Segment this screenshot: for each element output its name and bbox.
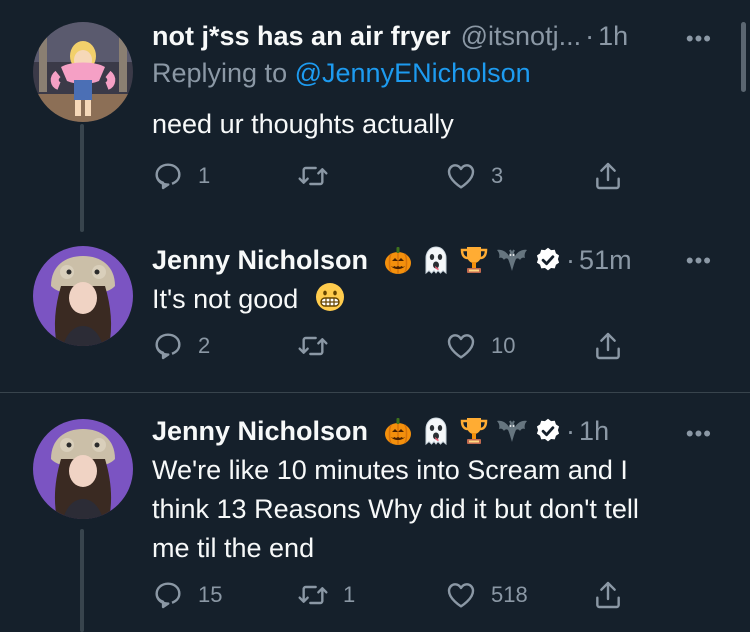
reply-icon <box>152 330 184 362</box>
avatar[interactable] <box>33 246 133 346</box>
tweet-text: It's not good <box>152 280 346 319</box>
avatar[interactable] <box>33 419 133 519</box>
tweet-2[interactable]: Jenny Nicholson · 51m ••• It's not good … <box>0 232 750 392</box>
thread-line <box>80 124 84 232</box>
more-options-icon[interactable]: ••• <box>686 26 712 52</box>
reply-icon <box>152 579 184 611</box>
name-emoji-badges <box>376 244 562 276</box>
timestamp[interactable]: 51m <box>579 245 632 276</box>
ghost-emoji <box>420 244 452 276</box>
tweet-text: need ur thoughts actually <box>152 109 454 139</box>
reply-count: 15 <box>198 582 223 607</box>
pumpkin-emoji <box>382 415 414 447</box>
tweet-actions: 1 3 <box>152 160 632 200</box>
timestamp[interactable]: 1h <box>579 416 609 447</box>
tweet-actions: 2 10 <box>152 330 632 370</box>
separator-dot: · <box>566 244 576 275</box>
like-count: 3 <box>491 163 504 188</box>
bat-emoji <box>496 415 528 447</box>
trophy-emoji <box>458 415 490 447</box>
separator-dot: · <box>566 415 576 446</box>
ghost-emoji <box>420 415 452 447</box>
tweet-header: not j*ss has an air fryer @itsnotj... · … <box>152 18 628 54</box>
replying-to-label: Replying to <box>152 58 288 88</box>
retweet-button[interactable] <box>297 160 343 192</box>
retweet-button[interactable]: 1 <box>297 579 355 611</box>
retweet-count: 1 <box>343 582 356 607</box>
grimacing-face-emoji <box>314 281 346 313</box>
share-button[interactable] <box>592 330 624 362</box>
share-button[interactable] <box>592 160 624 192</box>
reply-icon <box>152 160 184 192</box>
retweet-icon <box>297 330 329 362</box>
verified-badge-icon[interactable] <box>534 417 562 445</box>
heart-icon <box>445 579 477 611</box>
retweet-button[interactable] <box>297 330 343 362</box>
tweet-text-content: It's not good <box>152 284 299 314</box>
separator-dot: · <box>585 20 595 51</box>
thread-line <box>80 529 84 632</box>
name-emoji-badges <box>376 415 562 447</box>
mention-link[interactable]: @JennyENicholson <box>295 58 531 88</box>
display-name[interactable]: not j*ss has an air fryer <box>152 21 451 52</box>
username[interactable]: @itsnotj... <box>461 21 581 52</box>
tweet-actions: 15 1 518 <box>152 579 632 619</box>
like-button[interactable]: 518 <box>445 579 528 611</box>
like-button[interactable]: 10 <box>445 330 515 362</box>
retweet-icon <box>297 160 329 192</box>
bat-emoji <box>496 244 528 276</box>
tweet-text-line: think 13 Reasons Why did it but don't te… <box>152 494 639 524</box>
reply-button[interactable]: 15 <box>152 579 222 611</box>
more-options-icon[interactable]: ••• <box>686 421 712 447</box>
share-icon <box>592 160 624 192</box>
pumpkin-emoji <box>382 244 414 276</box>
like-count: 10 <box>491 333 516 358</box>
more-options-icon[interactable]: ••• <box>686 248 712 274</box>
reply-button[interactable]: 2 <box>152 330 210 362</box>
reply-button[interactable]: 1 <box>152 160 210 192</box>
display-name[interactable]: Jenny Nicholson <box>152 245 368 276</box>
like-count: 518 <box>491 582 528 607</box>
share-icon <box>592 579 624 611</box>
heart-icon <box>445 330 477 362</box>
tweet-header: Jenny Nicholson · 51m <box>152 240 632 280</box>
like-button[interactable]: 3 <box>445 160 503 192</box>
tweet-3[interactable]: Jenny Nicholson · 1h ••• We're like 10 m… <box>0 393 750 632</box>
verified-badge-icon[interactable] <box>534 246 562 274</box>
share-button[interactable] <box>592 579 624 611</box>
tweet-1[interactable]: not j*ss has an air fryer @itsnotj... · … <box>0 0 750 232</box>
display-name[interactable]: Jenny Nicholson <box>152 416 368 447</box>
tweet-text: We're like 10 minutes into Scream and I … <box>152 451 639 568</box>
tweet-text-line: We're like 10 minutes into Scream and I <box>152 455 628 485</box>
reply-count: 1 <box>198 163 211 188</box>
reply-count: 2 <box>198 333 211 358</box>
replying-to: Replying to @JennyENicholson <box>152 58 531 89</box>
tweet-header: Jenny Nicholson · 1h <box>152 411 609 451</box>
avatar[interactable] <box>33 22 133 122</box>
heart-icon <box>445 160 477 192</box>
retweet-icon <box>297 579 329 611</box>
tweet-text-line: me til the end <box>152 533 315 563</box>
trophy-emoji <box>458 244 490 276</box>
timestamp[interactable]: 1h <box>598 21 628 52</box>
share-icon <box>592 330 624 362</box>
